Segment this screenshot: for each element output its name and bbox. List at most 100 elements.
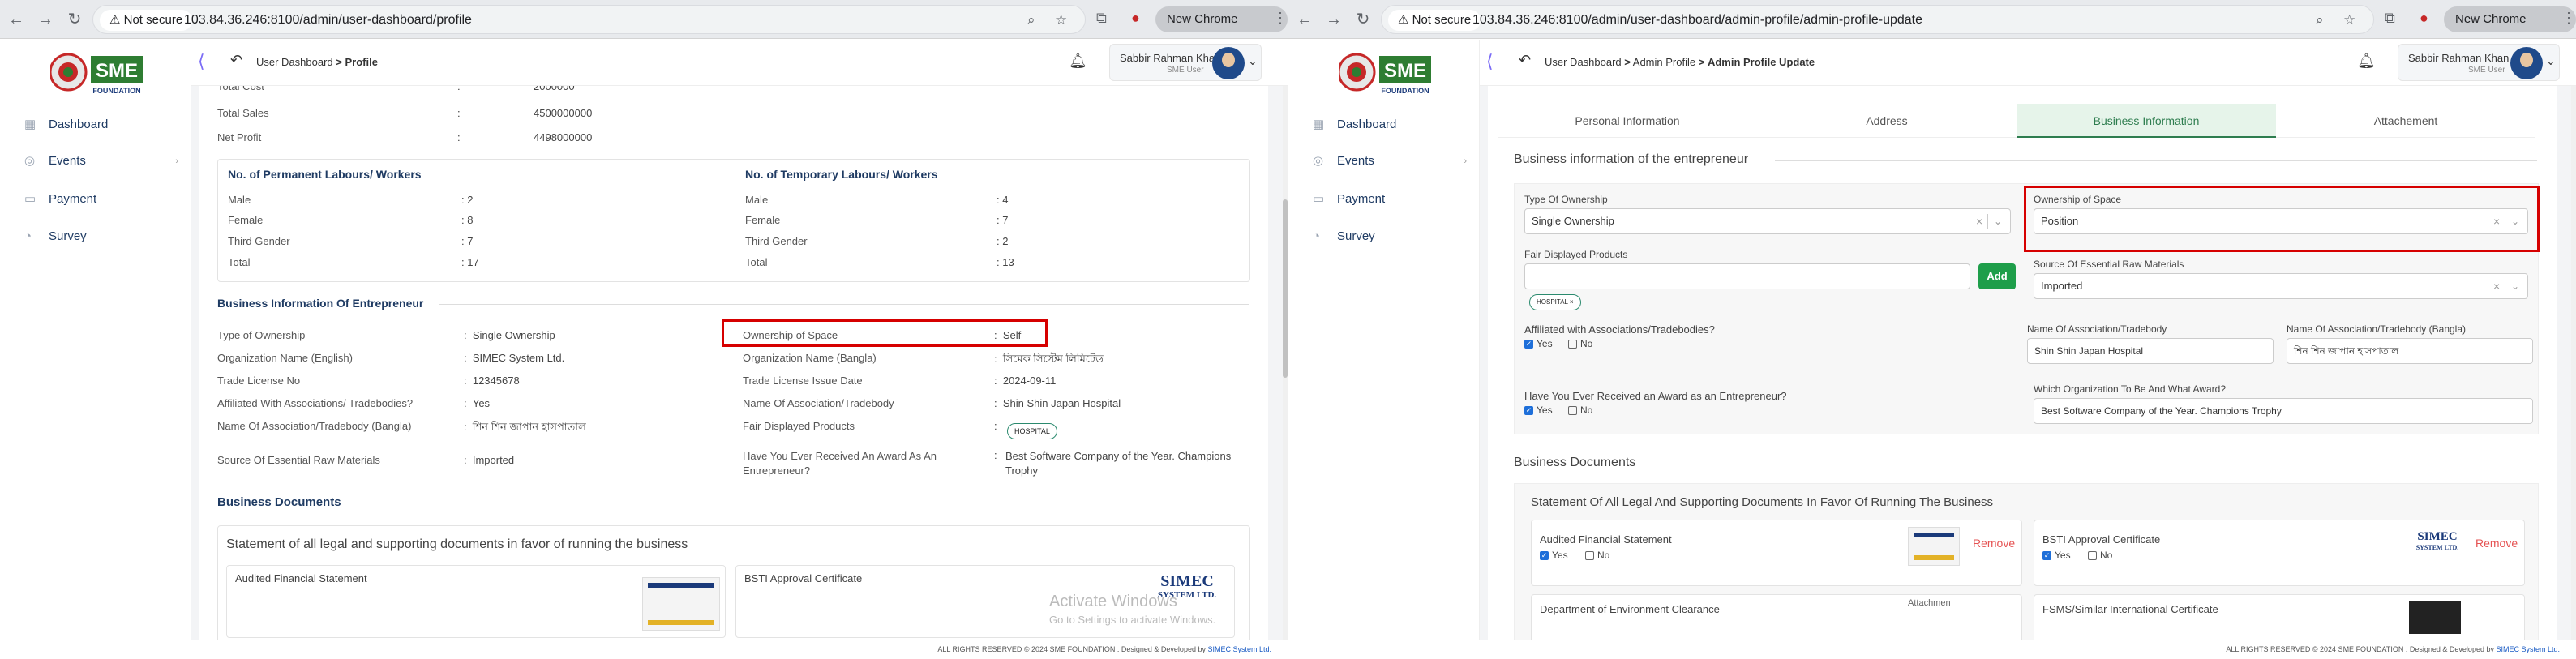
fsms-thumbnail[interactable] xyxy=(2409,601,2461,634)
ownership-of-space-select[interactable]: Position × ⌄ xyxy=(2034,208,2528,234)
reload-icon[interactable]: ↻ xyxy=(1353,10,1373,29)
not-secure-badge[interactable]: ⚠ Not secure xyxy=(1388,10,1481,31)
reload-icon[interactable]: ↻ xyxy=(65,10,84,29)
url-text[interactable]: 103.84.36.246:8100/admin/user-dashboard/… xyxy=(1472,6,1922,35)
menu-icon[interactable]: ⋮ xyxy=(1273,10,1288,27)
zoom-icon[interactable]: ⌕ xyxy=(1027,12,1035,28)
clear-icon: × xyxy=(2493,215,2501,228)
browser-toolbar: ← → ↻ ⚠ Not secure 103.84.36.246:8100/ad… xyxy=(1288,0,2576,52)
fair-products-input[interactable] xyxy=(1524,263,1970,289)
collapse-sidebar-icon[interactable]: ⟨ xyxy=(198,51,205,72)
sidebar-item-dashboard[interactable]: ▦ Dashboard xyxy=(24,113,108,137)
simec-logo-thumbnail[interactable]: SIMEC SYSTEM LTD. xyxy=(2409,530,2466,571)
grid-icon: ▦ xyxy=(24,118,36,131)
association-name-input[interactable]: Shin Shin Japan Hospital xyxy=(2027,338,2274,364)
user-menu[interactable]: Sabbir Rahman Khan SME User ⌄ xyxy=(2398,44,2560,81)
forward-arrow-icon[interactable]: → xyxy=(36,10,55,29)
topbar: ⟨ ↶ User Dashboard > Profile 🔔︎ Sabbir R… xyxy=(191,40,1288,86)
sidebar-item-events[interactable]: ◎ Events › xyxy=(1313,149,1467,173)
breadcrumb-current: Profile xyxy=(345,56,378,68)
section-title: Business information of the entrepreneur xyxy=(1514,152,1749,166)
bell-icon[interactable]: 🔔︎ xyxy=(2357,53,2376,70)
user-menu[interactable]: Sabbir Rahman Khan SME User ⌄ xyxy=(1109,44,1262,81)
audited-yes-checkbox[interactable]: ✓ Yes xyxy=(1540,550,1568,561)
sidebar-item-survey[interactable]: ◔ Survey xyxy=(1313,225,1375,249)
address-bar[interactable]: ⚠ Not secure 103.84.36.246:8100/admin/us… xyxy=(1381,5,2374,34)
remove-button[interactable]: Remove xyxy=(1973,537,2015,550)
type-of-ownership-select[interactable]: Single Ownership × ⌄ xyxy=(1524,208,2011,234)
tab-personal-information[interactable]: Personal Information xyxy=(1498,104,1757,138)
collapse-sidebar-icon[interactable]: ⟨ xyxy=(1486,51,1494,72)
survey-icon: ◔ xyxy=(1313,229,1321,243)
right-window: ← → ↻ ⚠ Not secure 103.84.36.246:8100/ad… xyxy=(1288,0,2576,659)
logo-text: SME xyxy=(96,60,138,82)
temporary-workers-title: No. of Temporary Labours/ Workers xyxy=(745,168,938,181)
main-content: Personal Information Address Business In… xyxy=(1480,86,2576,640)
payment-icon: ▭ xyxy=(1313,192,1325,206)
not-secure-badge[interactable]: ⚠ Not secure xyxy=(100,10,193,31)
address-bar[interactable]: ⚠ Not secure 103.84.36.246:8100/admin/us… xyxy=(92,5,1086,34)
sidebar-item-survey[interactable]: ◔ Survey xyxy=(24,225,87,249)
new-chrome-button[interactable]: New Chrome available xyxy=(1155,6,1288,52)
bsti-no-checkbox[interactable]: No xyxy=(2088,550,2112,561)
certificate-thumbnail[interactable] xyxy=(642,577,720,631)
back-arrow-icon[interactable]: ← xyxy=(1295,10,1314,29)
sidebar-item-payment[interactable]: ▭ Payment xyxy=(24,187,96,212)
doc-card-fsms: FSMS/Similar International Certificate xyxy=(2034,594,2525,640)
extensions-icon[interactable]: ⧉ xyxy=(1096,10,1107,27)
new-chrome-button[interactable]: New Chrome available xyxy=(2444,6,2576,52)
tab-business-information[interactable]: Business Information xyxy=(2017,104,2276,138)
audited-no-checkbox[interactable]: No xyxy=(1585,550,1609,561)
chevron-down-icon: ⌄ xyxy=(2511,280,2520,292)
chevron-right-icon: › xyxy=(1464,156,1467,166)
bell-icon[interactable]: 🔔︎ xyxy=(1069,53,1087,70)
remove-button[interactable]: Remove xyxy=(2475,537,2518,550)
grid-icon: ▦ xyxy=(1313,118,1325,131)
sidebar-item-payment[interactable]: ▭ Payment xyxy=(1313,187,1385,212)
url-text[interactable]: 103.84.36.246:8100/admin/user-dashboard/… xyxy=(184,6,472,35)
clear-icon: × xyxy=(1976,215,1983,228)
profile-update-card: Personal Information Address Business In… xyxy=(1488,86,2557,640)
event-icon: ◎ xyxy=(24,154,36,168)
affiliated-no-checkbox[interactable]: No xyxy=(1568,338,1592,349)
breadcrumb-user-dashboard[interactable]: User Dashboard xyxy=(256,56,333,68)
clear-icon: × xyxy=(2493,280,2501,293)
menu-icon[interactable]: ⋮ xyxy=(2561,10,2576,27)
sidebar-item-events[interactable]: ◎ Events › xyxy=(24,149,178,173)
zoom-icon[interactable]: ⌕ xyxy=(2316,12,2324,28)
survey-icon: ◔ xyxy=(24,229,32,243)
add-button[interactable]: Add xyxy=(1978,263,2016,289)
left-window: ← → ↻ ⚠ Not secure 103.84.36.246:8100/ad… xyxy=(0,0,1288,659)
bookmark-star-icon[interactable]: ☆ xyxy=(2343,12,2355,28)
footer-link[interactable]: SIMEC System Ltd. xyxy=(1207,645,1271,653)
back-icon[interactable]: ↶ xyxy=(1519,52,1531,69)
raw-materials-select[interactable]: Imported × ⌄ xyxy=(2034,273,2528,299)
profile-icon[interactable]: ● xyxy=(2420,10,2428,27)
certificate-thumbnail[interactable] xyxy=(1908,527,1960,566)
hospital-tag[interactable]: HOSPITAL × xyxy=(1529,294,1581,310)
sidebar-item-dashboard[interactable]: ▦ Dashboard xyxy=(1313,113,1396,137)
association-name-bangla-input[interactable]: শিন শিন জাপান হাসপাতাল xyxy=(2287,338,2533,364)
back-icon[interactable]: ↶ xyxy=(230,52,242,69)
main-content: Total Cost : 2000000 Total Sales : 45000… xyxy=(191,86,1288,640)
business-documents-title: Business Documents xyxy=(1514,456,1636,469)
forward-arrow-icon[interactable]: → xyxy=(1324,10,1344,29)
logo-subtext: FOUNDATION xyxy=(92,87,140,95)
footer-link[interactable]: SIMEC System Ltd. xyxy=(2496,645,2560,653)
award-no-checkbox[interactable]: No xyxy=(1568,404,1592,416)
tab-attachement[interactable]: Attachement xyxy=(2276,104,2535,138)
extensions-icon[interactable]: ⧉ xyxy=(2385,10,2395,27)
award-yes-checkbox[interactable]: ✓ Yes xyxy=(1524,404,1553,416)
remove-tag-icon: × xyxy=(1569,298,1574,306)
browser-toolbar: ← → ↻ ⚠ Not secure 103.84.36.246:8100/ad… xyxy=(0,0,1288,52)
bookmark-star-icon[interactable]: ☆ xyxy=(1055,12,1067,28)
profile-icon[interactable]: ● xyxy=(1131,10,1140,27)
bsti-yes-checkbox[interactable]: ✓ Yes xyxy=(2042,550,2071,561)
avatar xyxy=(1212,47,1245,79)
attachment-broken-image[interactable]: Attachmen xyxy=(1908,598,1951,608)
award-organization-input[interactable]: Best Software Company of the Year. Champ… xyxy=(2034,398,2533,424)
scrollbar[interactable] xyxy=(2571,86,2576,640)
affiliated-yes-checkbox[interactable]: ✓ Yes xyxy=(1524,338,1553,349)
back-arrow-icon[interactable]: ← xyxy=(6,10,26,29)
tab-address[interactable]: Address xyxy=(1757,104,2017,138)
